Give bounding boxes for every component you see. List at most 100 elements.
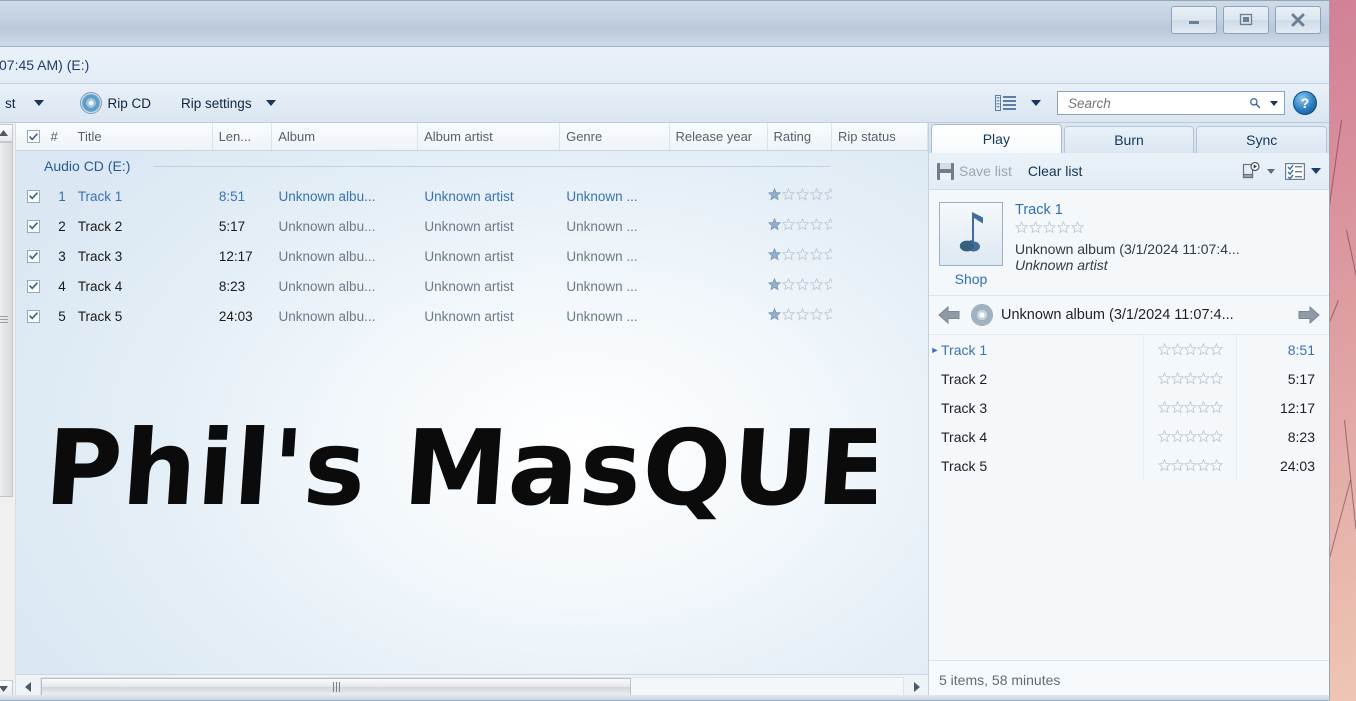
back-arrow-icon[interactable] — [937, 305, 963, 325]
minimize-button[interactable] — [1171, 6, 1217, 34]
album-art[interactable] — [939, 202, 1003, 266]
star-icon[interactable] — [1197, 430, 1210, 443]
list-item[interactable]: ►Track 18:51 — [929, 335, 1329, 364]
row-checkbox-cell[interactable] — [16, 190, 50, 203]
column-header-release-year[interactable]: Release year — [670, 123, 768, 150]
playlist-menu-button[interactable]: st — [0, 93, 52, 114]
playlist-item-rating[interactable] — [1143, 335, 1237, 364]
table-row[interactable]: 5Track 524:03Unknown albu...Unknown arti… — [16, 301, 928, 331]
now-playing-rating[interactable] — [1015, 221, 1084, 234]
row-checkbox[interactable] — [27, 310, 40, 323]
row-checkbox-cell[interactable] — [16, 220, 50, 233]
row-title[interactable]: Track 3 — [72, 249, 213, 264]
star-icon[interactable] — [1184, 372, 1197, 385]
scroll-left-button[interactable] — [19, 678, 37, 696]
row-rating[interactable] — [768, 188, 832, 204]
star-icon[interactable] — [824, 308, 832, 321]
star-icon[interactable] — [810, 218, 823, 231]
now-playing-title[interactable]: Track 1 — [1015, 202, 1319, 218]
select-all-checkbox[interactable] — [27, 130, 40, 143]
star-icon[interactable] — [796, 188, 809, 201]
star-icon[interactable] — [824, 248, 832, 261]
star-icon[interactable] — [782, 248, 795, 261]
address-bar[interactable]: 07:45 AM) (E:) — [0, 47, 1329, 84]
chevron-down-icon[interactable] — [1311, 168, 1321, 174]
view-options-button[interactable] — [987, 92, 1049, 114]
playlist-item-rating[interactable] — [1143, 451, 1237, 480]
row-checkbox[interactable] — [27, 220, 40, 233]
star-icon[interactable] — [1029, 221, 1042, 234]
tab-sync[interactable]: Sync — [1196, 126, 1327, 153]
star-icon[interactable] — [768, 308, 781, 321]
star-icon[interactable] — [796, 308, 809, 321]
shop-link[interactable]: Shop — [939, 271, 1003, 287]
column-header-num[interactable]: # — [50, 123, 71, 150]
star-icon[interactable] — [768, 188, 781, 201]
column-header-album-artist[interactable]: Album artist — [418, 123, 560, 150]
list-item[interactable]: Track 524:03 — [929, 451, 1329, 480]
star-icon[interactable] — [1171, 430, 1184, 443]
star-icon[interactable] — [810, 278, 823, 291]
row-checkbox-cell[interactable] — [16, 280, 50, 293]
row-checkbox[interactable] — [27, 250, 40, 263]
column-header-rating[interactable]: Rating — [768, 123, 832, 150]
row-rating[interactable] — [768, 248, 832, 264]
star-icon[interactable] — [1210, 372, 1223, 385]
row-title[interactable]: Track 5 — [72, 309, 213, 324]
column-header-genre[interactable]: Genre — [560, 123, 669, 150]
star-icon[interactable] — [782, 218, 795, 231]
scroll-right-button[interactable] — [907, 678, 925, 696]
star-icon[interactable] — [1197, 343, 1210, 356]
star-icon[interactable] — [1210, 401, 1223, 414]
star-icon[interactable] — [1057, 221, 1070, 234]
list-item[interactable]: Track 312:17 — [929, 393, 1329, 422]
star-icon[interactable] — [824, 278, 832, 291]
column-header-rip-status[interactable]: Rip status — [832, 123, 928, 150]
help-button[interactable]: ? — [1293, 91, 1317, 115]
star-icon[interactable] — [824, 218, 832, 231]
star-icon[interactable] — [1071, 221, 1084, 234]
table-row[interactable]: 3Track 312:17Unknown albu...Unknown arti… — [16, 241, 928, 271]
row-checkbox-cell[interactable] — [16, 310, 50, 323]
star-icon[interactable] — [1171, 343, 1184, 356]
row-title[interactable]: Track 2 — [72, 219, 213, 234]
close-button[interactable] — [1275, 6, 1321, 34]
star-icon[interactable] — [768, 248, 781, 261]
star-icon[interactable] — [782, 308, 795, 321]
scroll-up-button[interactable] — [0, 124, 13, 142]
rip-settings-button[interactable]: Rip settings — [173, 93, 284, 114]
star-icon[interactable] — [782, 188, 795, 201]
star-icon[interactable] — [768, 278, 781, 291]
navigation-pane-scrollbar[interactable] — [0, 123, 16, 699]
star-icon[interactable] — [1184, 343, 1197, 356]
scrollbar-track-horizontal[interactable] — [40, 677, 904, 697]
playlist-item-rating[interactable] — [1143, 364, 1237, 393]
save-list-button[interactable]: Save list — [937, 163, 1012, 180]
star-icon[interactable] — [796, 218, 809, 231]
star-icon[interactable] — [768, 218, 781, 231]
row-checkbox[interactable] — [27, 280, 40, 293]
chevron-down-icon[interactable] — [1270, 101, 1278, 106]
column-header-title[interactable]: Title — [72, 123, 213, 150]
star-icon[interactable] — [1043, 221, 1056, 234]
column-header-length[interactable]: Len... — [213, 123, 273, 150]
table-row[interactable]: 2Track 25:17Unknown albu...Unknown artis… — [16, 211, 928, 241]
star-icon[interactable] — [1171, 459, 1184, 472]
column-header-album[interactable]: Album — [272, 123, 418, 150]
star-icon[interactable] — [1158, 343, 1171, 356]
star-icon[interactable] — [1015, 221, 1028, 234]
star-icon[interactable] — [1210, 430, 1223, 443]
play-to-button[interactable] — [1241, 161, 1275, 181]
row-rating[interactable] — [768, 278, 832, 294]
forward-arrow-icon[interactable] — [1295, 305, 1321, 325]
search-icon[interactable] — [1249, 95, 1261, 111]
star-icon[interactable] — [1158, 401, 1171, 414]
star-icon[interactable] — [1184, 459, 1197, 472]
list-item[interactable]: Track 48:23 — [929, 422, 1329, 451]
tab-burn[interactable]: Burn — [1064, 126, 1195, 153]
album-nav-title[interactable]: Unknown album (3/1/2024 11:07:4... — [1001, 307, 1287, 323]
rip-cd-button[interactable]: Rip CD — [72, 89, 160, 117]
search-input[interactable] — [1066, 95, 1249, 112]
search-box[interactable] — [1057, 91, 1285, 115]
star-icon[interactable] — [1171, 372, 1184, 385]
